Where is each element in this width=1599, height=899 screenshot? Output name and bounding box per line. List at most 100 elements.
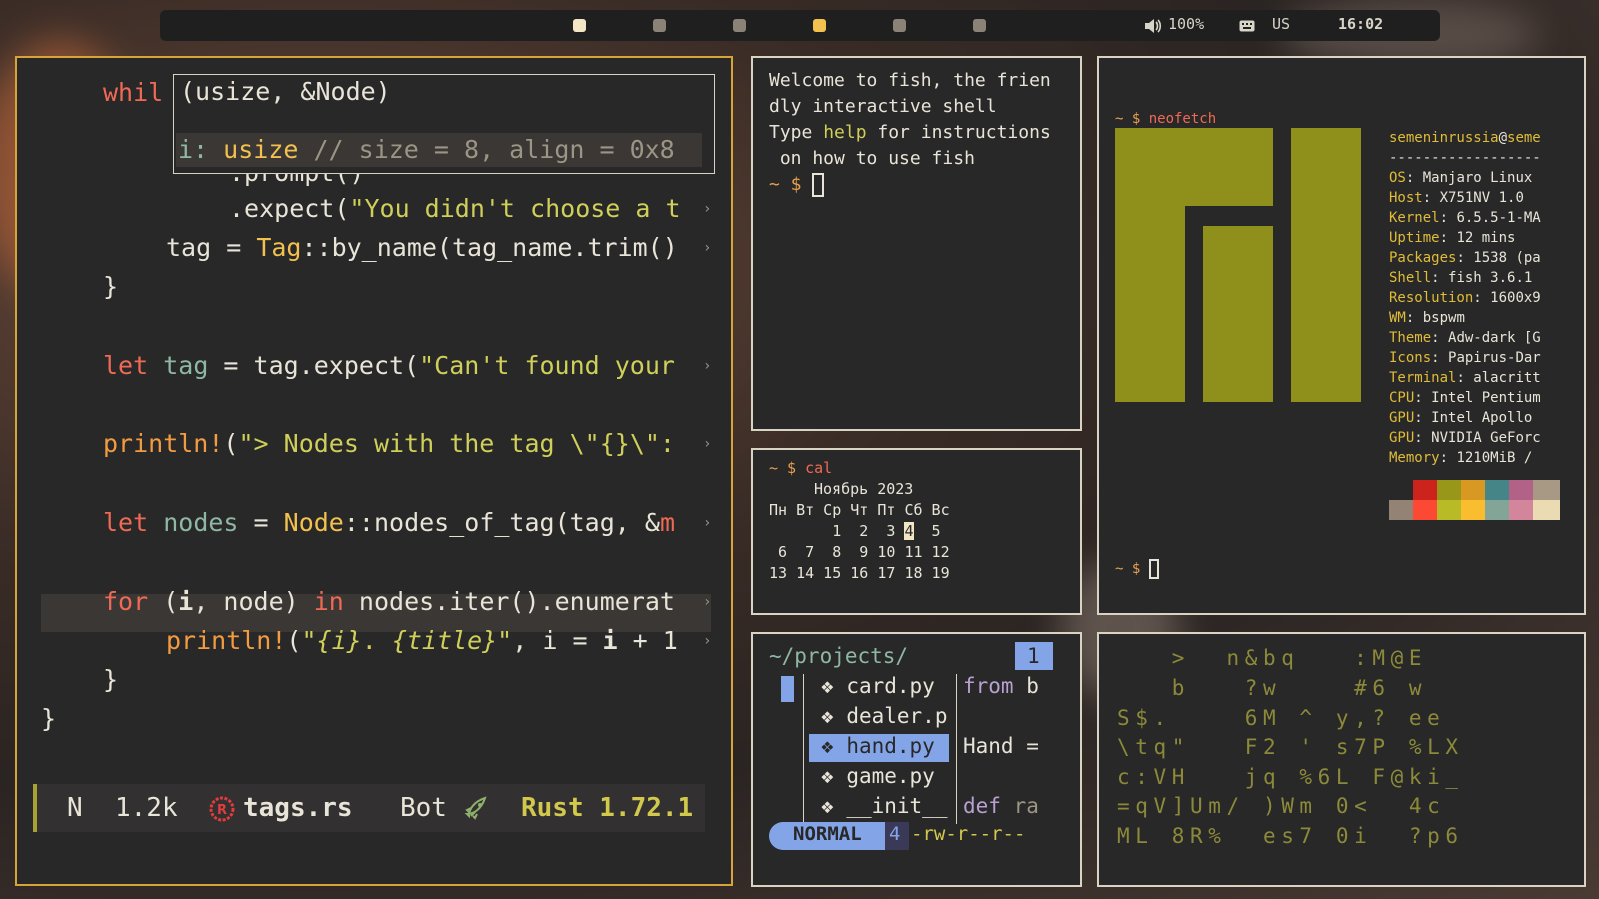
code-token: }: [103, 272, 119, 301]
code-token: "You didn't choose a t: [349, 194, 681, 223]
user-host: semeninrussia@seme: [1389, 130, 1541, 146]
code-line[interactable]: }: [41, 702, 56, 736]
file-entry[interactable]: ❖ game.py: [821, 764, 935, 788]
file-name: hand.py: [846, 734, 935, 758]
info-row: Host: X751NV 1.0: [1389, 190, 1524, 206]
truncation-arrow: ›: [703, 436, 712, 452]
file-name: __init__: [846, 794, 948, 818]
preview-line: from b: [963, 674, 1039, 698]
code-token: (: [148, 587, 179, 616]
workspace-2[interactable]: [653, 19, 666, 32]
preview-line: def ra: [963, 794, 1039, 818]
welcome-line: dly interactive shell: [769, 96, 997, 117]
cmatrix-terminal-window[interactable]: > n&bq :M@E b ?w #6 w S$. 6M ^ y,? ee \t…: [1097, 632, 1586, 887]
command: cal: [805, 459, 833, 477]
editor-window[interactable]: whil .prompt() .expect("You didn't choos…: [15, 56, 733, 886]
code-line[interactable]: for (i, node) in nodes.iter().enumerat: [103, 585, 675, 619]
matrix-row: > n&bq :M@E: [1117, 646, 1428, 670]
code-token: tag =: [166, 233, 257, 262]
volume-level: 100%: [1168, 15, 1205, 33]
keyboard-icon: [1239, 20, 1255, 32]
workspace-5[interactable]: [893, 19, 906, 32]
code-line[interactable]: let tag = tag.expect("Can't found your: [103, 349, 675, 383]
info-row: Uptime: 12 mins: [1389, 230, 1516, 246]
code-line[interactable]: tag = Tag::by_name(tag_name.trim(): [166, 231, 678, 265]
prompt: ~ $: [769, 174, 813, 195]
truncation-arrow: ›: [703, 594, 712, 610]
info-row: Packages: 1538 (pa: [1389, 250, 1541, 266]
palette-swatch: [1509, 480, 1536, 500]
code-line[interactable]: }: [103, 663, 118, 697]
keyboard-layout[interactable]: US: [1272, 15, 1290, 33]
file-entry[interactable]: ❖ dealer.p: [821, 704, 947, 728]
welcome-line: Welcome to fish, the frien: [769, 70, 1051, 91]
code-line[interactable]: let nodes = Node::nodes_of_tag(tag, &m: [103, 506, 675, 540]
matrix-row: =qV]Um/ )Wm 0< 4c: [1117, 794, 1446, 818]
palette-swatch: [1413, 500, 1440, 520]
info-row: Memory: 1210MiB /: [1389, 450, 1533, 466]
cal-today: 4: [904, 522, 914, 540]
palette-swatch: [1437, 480, 1464, 500]
info-row: GPU: NVIDIA GeForc: [1389, 430, 1541, 446]
file-entry-selected[interactable]: ❖ hand.py: [821, 734, 935, 758]
volume-icon[interactable]: [1144, 18, 1162, 34]
file-manager-window[interactable]: ~/projects/ 1 ❖ card.py ❖ dealer.p ❖ han…: [751, 632, 1082, 887]
hover-popup: (usize, &Node) i: usize // size = 8, ali…: [173, 74, 715, 174]
code-token: println!: [103, 429, 224, 458]
code-token: "Can't found your: [419, 351, 675, 380]
prompt-line[interactable]: ~ $: [1115, 556, 1159, 582]
popup-field: i: usize // size = 8, align = 0x8: [178, 133, 675, 167]
code-line[interactable]: .expect("You didn't choose a t: [229, 192, 681, 226]
palette-swatch: [1437, 500, 1464, 520]
cal-weekdays: Пн Вт Ср Чт Пт Сб Вс: [769, 501, 950, 519]
code-line[interactable]: println!("{i}. {title}", i = i + 1: [166, 624, 678, 658]
cal-week: 6 7 8 9 10 11 12: [769, 543, 950, 561]
code-token: Node: [283, 508, 344, 537]
code-token: (: [286, 626, 302, 655]
info-row: Theme: Adw-dark [G: [1389, 330, 1541, 346]
matrix-row: S$. 6M ^ y,? ee: [1117, 706, 1446, 730]
parent-dir-marker: [781, 676, 794, 702]
matrix-row: ML 8R% es7 0i ?p6: [1117, 824, 1464, 848]
filename: tags.rs: [243, 793, 353, 823]
workspace-4[interactable]: [813, 19, 826, 32]
code-token: .: [361, 626, 392, 655]
file-size: 1.2k: [115, 793, 178, 823]
workspace-1[interactable]: [573, 19, 586, 32]
column-divider: [803, 674, 804, 824]
neofetch-terminal-window[interactable]: ~ $ neofetch semeninrussia@seme --------…: [1097, 56, 1586, 615]
cal-week: 1 2 3 4 5: [769, 522, 941, 540]
file-entry[interactable]: ❖ card.py: [821, 674, 935, 698]
preview-line: Hand =: [963, 734, 1039, 758]
file-entry[interactable]: ❖ __init__: [821, 794, 947, 818]
palette-swatch: [1389, 480, 1416, 500]
file-name: dealer.p: [846, 704, 948, 728]
prompt-line[interactable]: ~ $: [769, 172, 825, 198]
cal-month: Ноябрь 2023: [814, 480, 914, 498]
info-row: WM: bspwm: [1389, 310, 1465, 326]
code-token: nodes: [163, 508, 239, 537]
code-line[interactable]: whil: [103, 76, 163, 110]
palette-swatch: [1485, 500, 1512, 520]
code-line[interactable]: println!("> Nodes with the tag \"{}\":: [103, 427, 675, 461]
info-row: Resolution: 1600x9: [1389, 290, 1541, 306]
popup-signature: (usize, &Node): [180, 77, 391, 106]
code-token: =: [238, 508, 284, 537]
fish-terminal-window[interactable]: Welcome to fish, the frien dly interacti…: [751, 56, 1082, 431]
prompt: ~ $: [1115, 561, 1149, 577]
workspace-3[interactable]: [733, 19, 746, 32]
truncation-arrow: ›: [703, 358, 712, 374]
help-line: Type help for instructions: [769, 122, 1051, 143]
truncation-arrow: ›: [703, 240, 712, 256]
workspace-6[interactable]: [973, 19, 986, 32]
palette-swatch: [1461, 500, 1488, 520]
file-name: card.py: [846, 674, 935, 698]
calendar-terminal-window[interactable]: ~ $ cal Ноябрь 2023 Пн Вт Ср Чт Пт Сб Вс…: [751, 448, 1082, 615]
code-token: ::nodes_of_tag(tag, &: [343, 508, 660, 537]
text-cursor: [812, 173, 825, 197]
code-token: }: [103, 665, 119, 694]
python-icon: ❖: [821, 674, 834, 698]
code-line[interactable]: }: [103, 270, 118, 304]
code-token: {title}: [391, 626, 498, 655]
help-keyword: help: [823, 122, 867, 143]
